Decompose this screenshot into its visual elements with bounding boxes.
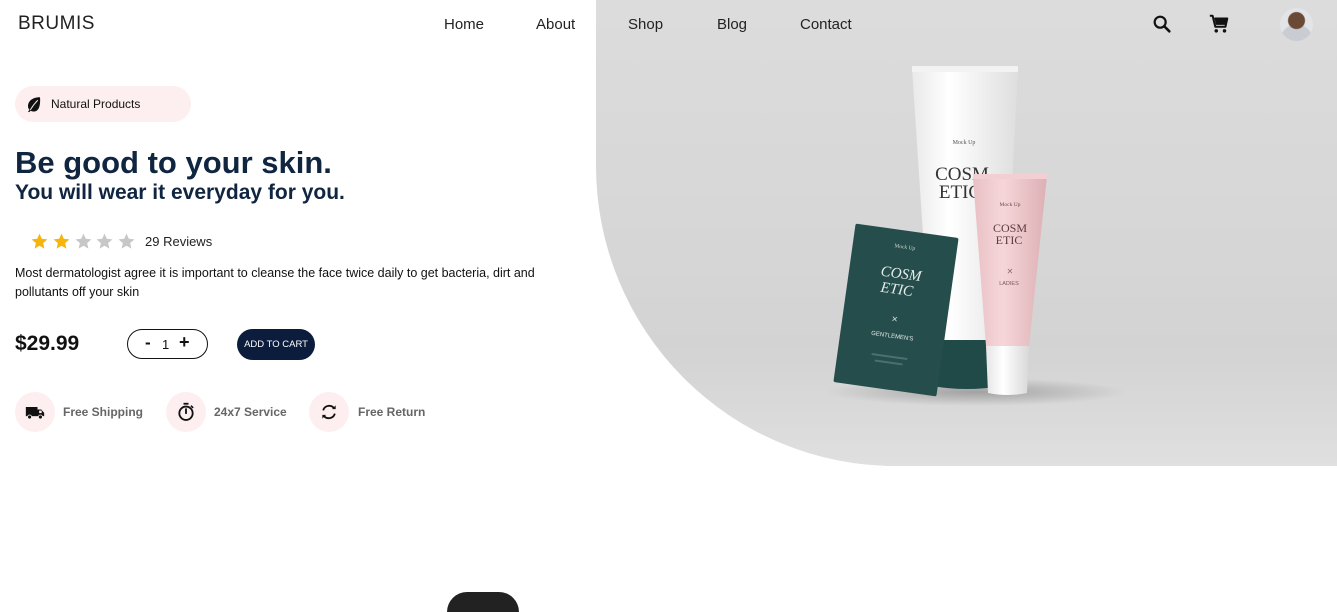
star-empty-icon (96, 233, 113, 249)
tube-small-label: LADIES (999, 281, 1019, 287)
return-icon (322, 404, 336, 420)
feature-label: 24x7 Service (214, 405, 287, 419)
search-icon[interactable] (1151, 13, 1173, 35)
quantity-value[interactable]: 1 (162, 337, 169, 352)
tube-small-text2: ETIC (996, 233, 1023, 247)
badge-label: Natural Products (51, 97, 141, 111)
stopwatch-icon (178, 402, 194, 421)
truck-icon (25, 407, 45, 420)
brand-logo[interactable]: BRUMIS (18, 13, 95, 35)
svg-text:✕: ✕ (1007, 267, 1014, 276)
feature-label: Free Return (358, 405, 426, 419)
nav-about[interactable]: About (536, 16, 575, 33)
hero-product-image: Mock Up COSM ETIC Mock Up COSM ETIC ✕ GE… (596, 0, 1337, 466)
natural-products-badge: Natural Products (15, 86, 191, 122)
cart-icon[interactable] (1208, 13, 1230, 35)
product-description: Most dermatologist agree it is important… (15, 266, 535, 299)
next-section-product-top (447, 592, 519, 612)
product-price: $29.99 (15, 332, 80, 355)
quantity-stepper: - 1 + (127, 329, 208, 359)
quantity-increase-button[interactable]: + (179, 332, 190, 353)
nav-contact[interactable]: Contact (800, 16, 852, 33)
star-empty-icon (75, 233, 92, 249)
star-empty-icon (118, 233, 135, 249)
user-avatar[interactable] (1280, 8, 1313, 41)
star-filled-icon (53, 233, 70, 249)
quantity-decrease-button[interactable]: - (145, 333, 151, 353)
nav-shop[interactable]: Shop (628, 16, 663, 33)
cosmetics-illustration: Mock Up COSM ETIC Mock Up COSM ETIC ✕ GE… (826, 66, 1126, 406)
hero-subtitle: You will wear it everyday for you. (15, 181, 345, 204)
reviews-count[interactable]: 29 Reviews (145, 234, 212, 249)
tube-large-brand: Mock Up (953, 140, 976, 146)
hero-title: Be good to your skin. (15, 145, 332, 180)
nav-blog[interactable]: Blog (717, 16, 747, 33)
leaf-icon (28, 97, 41, 113)
svg-text:✕: ✕ (891, 314, 899, 324)
add-to-cart-button[interactable]: ADD TO CART (237, 329, 315, 360)
nav-home[interactable]: Home (444, 16, 484, 33)
star-filled-icon (31, 233, 48, 249)
tube-small-brand: Mock Up (1000, 202, 1021, 208)
feature-label: Free Shipping (63, 405, 144, 419)
